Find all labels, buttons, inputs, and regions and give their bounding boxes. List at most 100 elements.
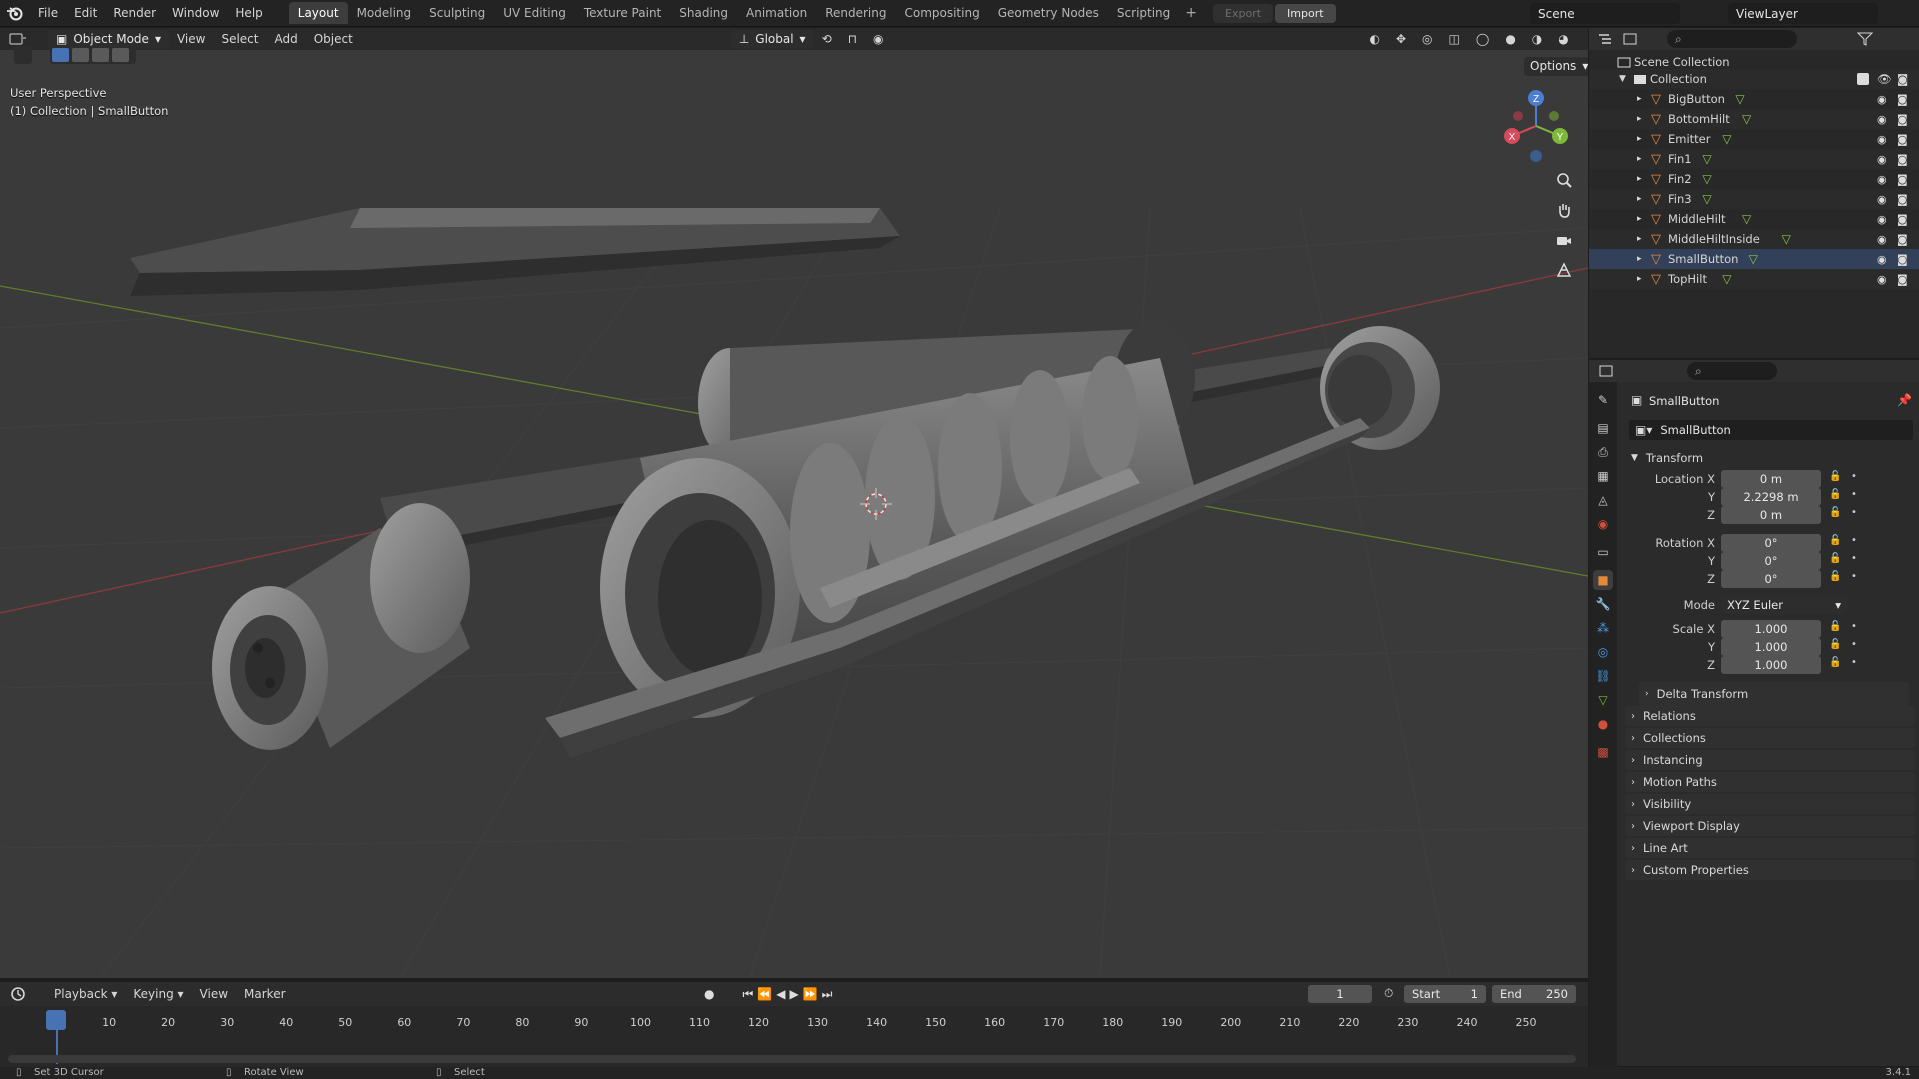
outliner-collection[interactable]: ▼ Collection 👁 ◙ (1589, 69, 1919, 89)
lock-icon[interactable]: 🔓 (1829, 471, 1841, 482)
camera-view-icon[interactable] (1552, 228, 1576, 252)
keyframe-dot-icon[interactable]: • (1851, 553, 1857, 564)
select-menu[interactable]: Select (213, 30, 266, 48)
chevron-right-icon[interactable]: ▸ (1637, 174, 1642, 184)
rotation-z-field[interactable]: 0° (1721, 570, 1821, 588)
camera-icon[interactable]: ◙ (1897, 273, 1908, 286)
lock-icon[interactable]: 🔓 (1829, 571, 1841, 582)
mesh-data-icon[interactable]: ▽ (1742, 112, 1751, 126)
start-frame-field[interactable]: Start 1 (1404, 985, 1486, 1003)
play-reverse-icon[interactable]: ◀ (776, 987, 785, 1001)
jump-end-icon[interactable]: ⏭ (822, 987, 833, 1002)
transform-section-header[interactable]: ▼ Transform (1625, 446, 1915, 470)
scale-y-field[interactable]: 1.000 (1721, 638, 1821, 656)
overlay-toggle-icon[interactable]: ◎ (1414, 30, 1440, 48)
outliner-item-middlehiltinside[interactable]: ▸ ▽ MiddleHiltInside ▽ ◉ ◙ (1589, 229, 1919, 249)
chevron-right-icon[interactable]: ▸ (1637, 254, 1642, 264)
eye-icon[interactable]: ◉ (1877, 273, 1887, 286)
outliner-editor-icon[interactable] (1597, 32, 1623, 46)
camera-icon[interactable]: ◙ (1897, 93, 1908, 106)
object-tab-icon[interactable]: ■ (1593, 570, 1613, 590)
tab-uv-editing[interactable]: UV Editing (494, 2, 575, 24)
scene-tab-icon[interactable]: ◬ (1593, 490, 1613, 510)
lock-icon[interactable]: 🔓 (1829, 639, 1841, 650)
mesh-data-icon[interactable]: ▽ (1722, 132, 1731, 146)
eye-icon[interactable]: ◉ (1877, 153, 1887, 166)
ortho-grid-icon[interactable] (1552, 258, 1576, 282)
datablock-field[interactable]: ▣▾ SmallButton (1629, 420, 1913, 440)
eye-icon[interactable]: ◉ (1877, 93, 1887, 106)
tab-modeling[interactable]: Modeling (348, 2, 421, 24)
location-x-field[interactable]: 0 m (1721, 470, 1821, 488)
render-tab-icon[interactable]: ▤ (1593, 418, 1613, 438)
camera-icon[interactable]: ◙ (1897, 133, 1908, 146)
filter-icon[interactable] (1857, 32, 1873, 46)
shading-material-icon[interactable]: ◑ (1524, 30, 1550, 48)
world-tab-icon[interactable]: ◉ (1593, 514, 1613, 534)
orientation-dropdown[interactable]: ⊥ Global ▾ (730, 29, 814, 49)
pin-icon[interactable]: 📌 (1897, 393, 1912, 407)
record-icon[interactable]: ● (704, 987, 714, 1001)
section-motion-paths[interactable]: › Motion Paths (1625, 772, 1915, 792)
section-visibility[interactable]: › Visibility (1625, 794, 1915, 814)
view-layer-selector[interactable]: ViewLayer (1728, 3, 1878, 24)
lock-icon[interactable]: 🔓 (1829, 489, 1841, 500)
delta-transform-header[interactable]: › Delta Transform (1639, 682, 1909, 706)
chevron-down-icon[interactable]: ▼ (1619, 74, 1626, 84)
eye-icon[interactable]: ◉ (1877, 173, 1887, 186)
eye-icon[interactable]: 👁 (1877, 72, 1892, 86)
mesh-data-icon[interactable]: ▽ (1749, 252, 1758, 266)
3d-viewport[interactable]: ▣ Object Mode ▾ View Select Add Object ⊥… (0, 28, 1588, 978)
keyframe-dot-icon[interactable]: • (1851, 657, 1857, 668)
timeline-scrollbar[interactable] (8, 1055, 1576, 1063)
camera-icon[interactable]: ◙ (1897, 72, 1908, 86)
outliner-item-fin3[interactable]: ▸ ▽ Fin3 ▽ ◉ ◙ (1589, 189, 1919, 209)
eye-icon[interactable]: ◉ (1877, 113, 1887, 126)
viewport-scene[interactable] (0, 28, 1588, 978)
chevron-right-icon[interactable]: ▸ (1637, 194, 1642, 204)
keyframe-dot-icon[interactable]: • (1851, 471, 1857, 482)
end-frame-field[interactable]: End 250 (1492, 985, 1576, 1003)
shading-solid-icon[interactable]: ● (1497, 30, 1523, 48)
view-menu[interactable]: View (169, 30, 213, 48)
keyframe-dot-icon[interactable]: • (1851, 571, 1857, 582)
lock-icon[interactable]: 🔓 (1829, 507, 1841, 518)
mesh-data-icon[interactable]: ▽ (1702, 192, 1711, 206)
blender-logo-icon[interactable] (0, 0, 30, 27)
navigation-gizmo[interactable]: Z X Y (1498, 86, 1578, 166)
camera-icon[interactable]: ◙ (1897, 233, 1908, 246)
physics-tab-icon[interactable]: ◎ (1593, 642, 1613, 662)
options-dropdown[interactable]: Options ▾ (1524, 57, 1588, 76)
chevron-right-icon[interactable]: ▸ (1637, 234, 1642, 244)
scene-selector[interactable]: Scene (1530, 3, 1680, 24)
clock-icon[interactable]: ⏱ (1384, 986, 1393, 1001)
chevron-right-icon[interactable]: ▸ (1637, 154, 1642, 164)
lock-icon[interactable]: 🔓 (1829, 553, 1841, 564)
menu-file[interactable]: File (30, 0, 66, 27)
proportional-edit-icon[interactable]: ◉ (865, 30, 891, 48)
pan-hand-icon[interactable] (1552, 198, 1576, 222)
output-tab-icon[interactable]: ⎙ (1593, 442, 1613, 462)
outliner-item-fin2[interactable]: ▸ ▽ Fin2 ▽ ◉ ◙ (1589, 169, 1919, 189)
mesh-data-icon[interactable]: ▽ (1742, 212, 1751, 226)
mesh-data-icon[interactable]: ▽ (1782, 232, 1791, 246)
outliner-item-emitter[interactable]: ▸ ▽ Emitter ▽ ◉ ◙ (1589, 129, 1919, 149)
section-collections[interactable]: › Collections (1625, 728, 1915, 748)
camera-icon[interactable]: ◙ (1897, 193, 1908, 206)
timeline-view-menu[interactable]: View (192, 985, 236, 1003)
camera-icon[interactable]: ◙ (1897, 153, 1908, 166)
rotation-x-field[interactable]: 0° (1721, 534, 1821, 552)
playhead[interactable] (46, 1010, 66, 1030)
tool-tab-icon[interactable]: ✎ (1593, 390, 1613, 410)
chevron-right-icon[interactable]: ▸ (1637, 94, 1642, 104)
eye-icon[interactable]: ◉ (1877, 233, 1887, 246)
camera-icon[interactable]: ◙ (1897, 253, 1908, 266)
data-tab-icon[interactable]: ▽ (1593, 690, 1613, 710)
tab-geometry-nodes[interactable]: Geometry Nodes (989, 2, 1108, 24)
location-z-field[interactable]: 0 m (1721, 506, 1821, 524)
zoom-icon[interactable] (1552, 168, 1576, 192)
current-frame-field[interactable]: 1 (1308, 985, 1372, 1003)
snap-icon[interactable]: ⊓ (840, 30, 865, 48)
rotation-mode-dropdown[interactable]: XYZ Euler ▾ (1721, 596, 1847, 614)
add-workspace-icon[interactable]: + (1179, 5, 1203, 21)
